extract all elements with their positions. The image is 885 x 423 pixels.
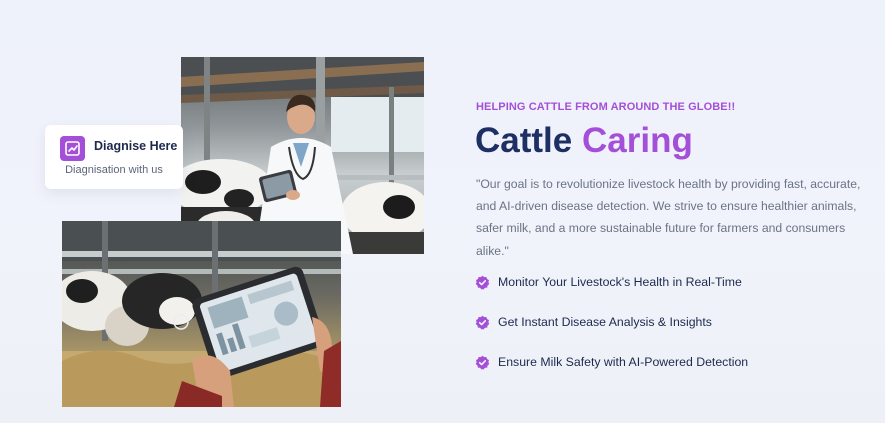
verified-badge-icon (475, 275, 490, 289)
diagnose-card[interactable]: Diagnise Here Diagnisation with us (45, 125, 183, 189)
hero-eyebrow: HELPING CATTLE FROM AROUND THE GLOBE!! (476, 101, 736, 113)
hero-title-part1: Cattle (475, 121, 573, 160)
verified-badge-icon (475, 355, 490, 369)
feature-item: Get Instant Disease Analysis & Insights (475, 312, 712, 332)
feature-label: Monitor Your Livestock's Health in Real-… (498, 275, 742, 289)
feature-label: Get Instant Disease Analysis & Insights (498, 315, 712, 329)
feature-item: Ensure Milk Safety with AI-Powered Detec… (475, 352, 748, 372)
tablet-over-feed-photo (62, 221, 341, 407)
tablet-over-feed-illustration (62, 221, 341, 407)
feature-item: Monitor Your Livestock's Health in Real-… (475, 272, 742, 292)
feature-label: Ensure Milk Safety with AI-Powered Detec… (498, 355, 749, 369)
diagnose-card-title: Diagnise Here (94, 139, 178, 153)
hero-title-part2: Caring (581, 121, 693, 160)
hero-description: "Our goal is to revolutionize livestock … (476, 177, 861, 258)
hero-title: Cattle Caring (475, 119, 693, 163)
diagnose-card-subtitle: Diagnisation with us (65, 164, 163, 176)
chart-edit-icon (60, 136, 85, 161)
verified-badge-icon (475, 315, 490, 329)
